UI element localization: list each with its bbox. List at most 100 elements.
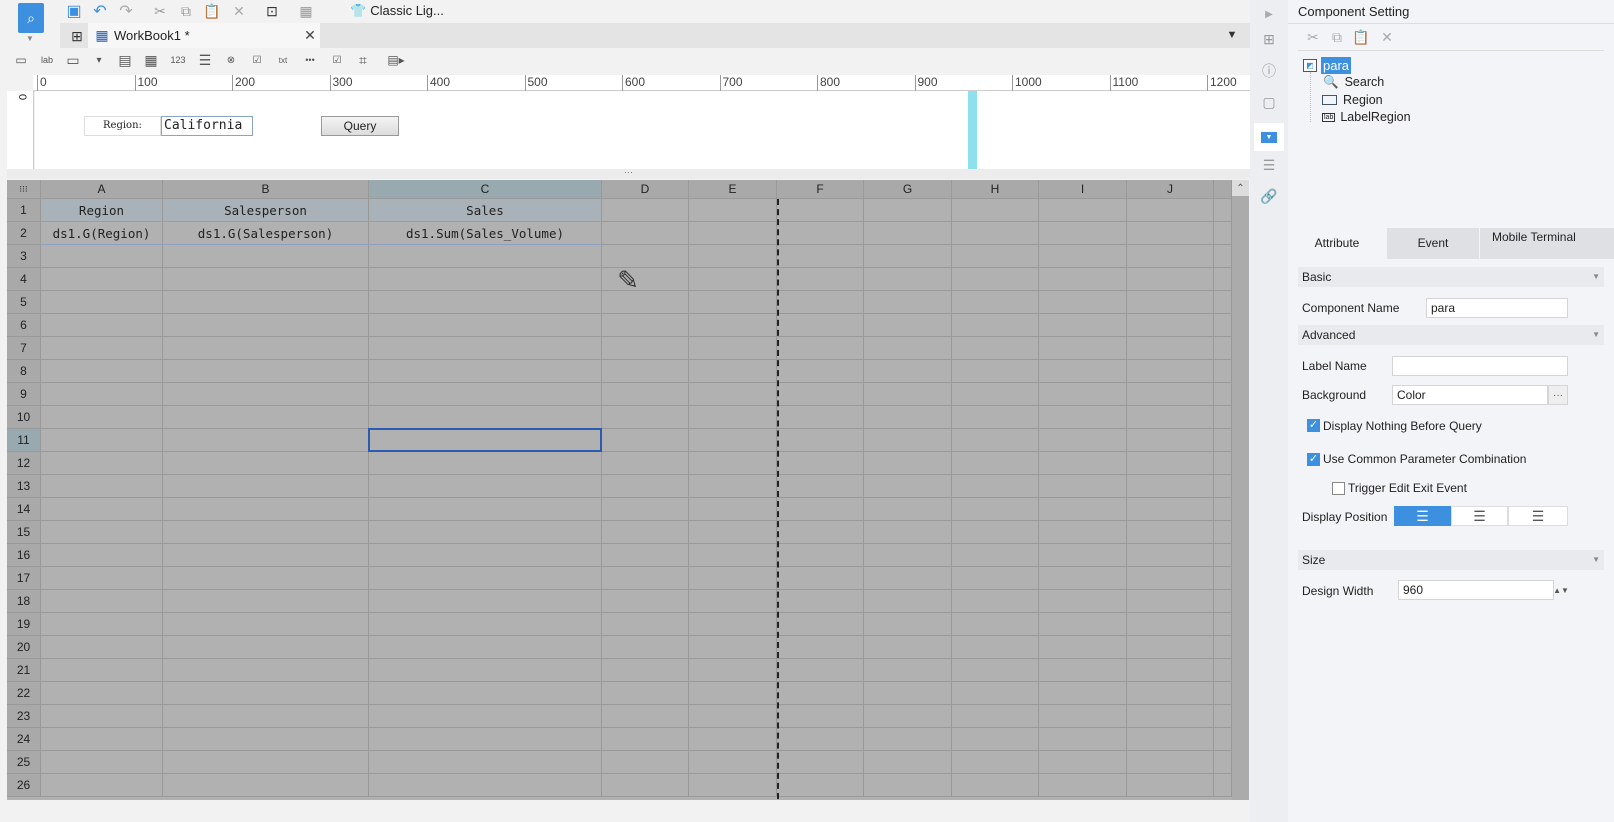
label-widget-icon[interactable]: lab xyxy=(38,52,56,68)
grid-cell[interactable] xyxy=(777,590,864,613)
row-header[interactable]: 23 xyxy=(7,705,41,728)
row-header[interactable]: 17 xyxy=(7,567,41,590)
row-header[interactable]: 10 xyxy=(7,406,41,429)
grid-cell[interactable] xyxy=(41,774,163,797)
grid-cell[interactable] xyxy=(369,728,602,751)
grid-cell[interactable] xyxy=(864,774,952,797)
grid-cell[interactable] xyxy=(1039,222,1127,245)
grid-cell[interactable] xyxy=(777,429,864,452)
row-header[interactable]: 20 xyxy=(7,636,41,659)
grid-cell[interactable] xyxy=(602,774,689,797)
column-header-d[interactable]: D xyxy=(602,180,689,199)
grid-cell[interactable] xyxy=(864,682,952,705)
tree-node-para[interactable]: para xyxy=(1321,57,1352,74)
grid-cell[interactable] xyxy=(369,682,602,705)
tab-menu-icon[interactable]: ▼ xyxy=(1224,27,1240,43)
grid-cell[interactable] xyxy=(1214,636,1232,659)
grid-cell[interactable] xyxy=(369,383,602,406)
grid-cell[interactable] xyxy=(41,751,163,774)
grid-cell[interactable] xyxy=(689,567,777,590)
grid-cell[interactable] xyxy=(1127,314,1214,337)
grid-cell[interactable] xyxy=(41,429,163,452)
grid-cell[interactable] xyxy=(1214,682,1232,705)
grid-cell[interactable] xyxy=(163,268,369,291)
grid-cell[interactable] xyxy=(952,774,1039,797)
grid-cell[interactable] xyxy=(952,245,1039,268)
grid-cell[interactable] xyxy=(1039,590,1127,613)
grid-cell[interactable] xyxy=(369,337,602,360)
vertical-scrollbar[interactable]: ⌃ xyxy=(1232,180,1249,800)
grid-cell[interactable] xyxy=(163,751,369,774)
chevron-down-icon[interactable]: ▼ xyxy=(24,33,36,43)
grid-cell[interactable] xyxy=(864,613,952,636)
design-width-boundary[interactable] xyxy=(968,91,977,169)
align-right-icon[interactable]: ☰ xyxy=(1508,506,1568,526)
password-widget-icon[interactable]: ••• xyxy=(300,52,320,68)
grid-cell[interactable] xyxy=(163,682,369,705)
grid-cell[interactable] xyxy=(1039,475,1127,498)
grid-cell[interactable] xyxy=(41,682,163,705)
grid-cell[interactable] xyxy=(777,544,864,567)
tab-workbook1[interactable]: ▦ WorkBook1 * ✕ xyxy=(88,23,320,48)
background-input[interactable]: Color xyxy=(1392,385,1548,405)
copy-icon[interactable]: ⧉ xyxy=(176,1,196,21)
formula-cell[interactable]: Sales xyxy=(369,199,602,222)
grid-cell[interactable] xyxy=(689,429,777,452)
cell-attribute-icon[interactable]: ⓘ xyxy=(1259,61,1279,81)
grid-cell[interactable] xyxy=(1127,475,1214,498)
grid-cell[interactable] xyxy=(602,705,689,728)
grid-cell[interactable] xyxy=(602,337,689,360)
grid-cell[interactable] xyxy=(1039,337,1127,360)
grid-cell[interactable] xyxy=(1039,567,1127,590)
grid-cell[interactable] xyxy=(602,498,689,521)
grid-cell[interactable] xyxy=(602,222,689,245)
grid-cell[interactable] xyxy=(952,383,1039,406)
grid-cell[interactable] xyxy=(777,268,864,291)
grid-cell[interactable] xyxy=(1214,659,1232,682)
grid-cell[interactable] xyxy=(602,406,689,429)
grid-cell[interactable] xyxy=(1214,406,1232,429)
tree-node-search[interactable]: 🔍 Search xyxy=(1323,75,1384,90)
grid-cell[interactable] xyxy=(1127,245,1214,268)
grid-cell[interactable] xyxy=(777,613,864,636)
preview-icon[interactable]: ⌕ xyxy=(18,3,44,33)
row-header[interactable]: 26 xyxy=(7,774,41,797)
row-header[interactable]: 15 xyxy=(7,521,41,544)
grid-cell[interactable] xyxy=(163,337,369,360)
new-workbook-icon[interactable]: ⊞ xyxy=(66,25,88,47)
row-header[interactable]: 4 xyxy=(7,268,41,291)
grid-cell[interactable] xyxy=(163,636,369,659)
column-header-g[interactable]: G xyxy=(864,180,952,199)
grid-cell[interactable] xyxy=(1127,383,1214,406)
grid-cell[interactable] xyxy=(369,268,602,291)
pane-splitter[interactable]: ··· xyxy=(7,168,1250,179)
grid-cell[interactable] xyxy=(1127,498,1214,521)
row-header[interactable]: 16 xyxy=(7,544,41,567)
column-header-i[interactable]: I xyxy=(1039,180,1127,199)
align-left-icon[interactable]: ☰ xyxy=(1394,506,1451,526)
grid-cell[interactable] xyxy=(41,613,163,636)
grid-cell[interactable] xyxy=(1127,705,1214,728)
button-widget-icon[interactable]: ▭ xyxy=(64,52,82,68)
radio-group-widget-icon[interactable]: ⊗ xyxy=(222,52,240,68)
grid-cell[interactable] xyxy=(952,429,1039,452)
grid-cell[interactable] xyxy=(1127,659,1214,682)
grid-cell[interactable] xyxy=(864,452,952,475)
grid-cell[interactable] xyxy=(1127,291,1214,314)
grid-cell[interactable] xyxy=(1214,245,1232,268)
grid-cell[interactable] xyxy=(369,751,602,774)
grid-cell[interactable] xyxy=(689,728,777,751)
grid-cell[interactable] xyxy=(689,498,777,521)
grid-cell[interactable] xyxy=(1039,521,1127,544)
grid-cell[interactable] xyxy=(41,544,163,567)
grid-cell[interactable] xyxy=(1127,567,1214,590)
row-header[interactable]: 3 xyxy=(7,245,41,268)
parameter-pane[interactable]: Region: California Query xyxy=(35,91,1250,169)
grid-cell[interactable] xyxy=(864,222,952,245)
float-element-icon[interactable]: ▢ xyxy=(1259,92,1279,112)
section-advanced[interactable]: Advanced ▼ xyxy=(1298,325,1604,345)
grid-cell[interactable] xyxy=(163,406,369,429)
grid-cell[interactable] xyxy=(1039,429,1127,452)
row-header[interactable]: 12 xyxy=(7,452,41,475)
grid-cell[interactable] xyxy=(369,567,602,590)
